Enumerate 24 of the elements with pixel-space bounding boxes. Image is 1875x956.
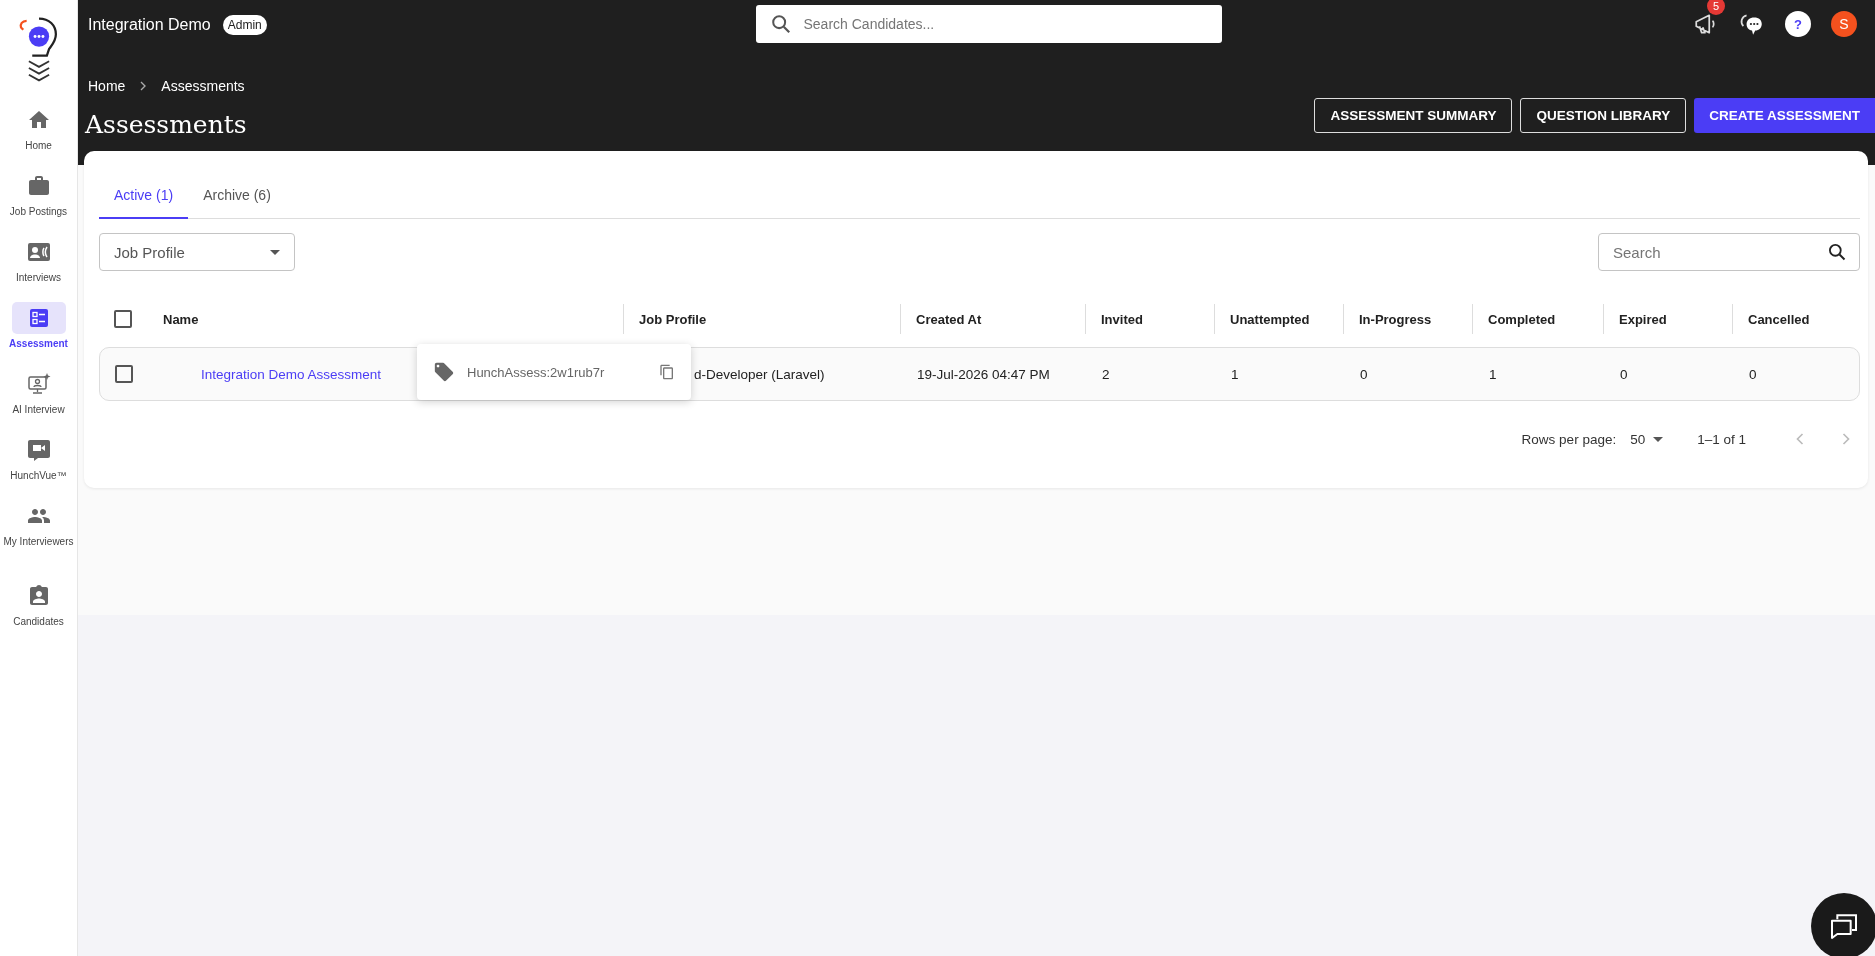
table-cell: 2: [1102, 366, 1110, 382]
table-cell: 19-Jul-2026 04:47 PM: [917, 366, 1050, 382]
column-header: Invited: [1101, 311, 1143, 327]
column-header: Name: [163, 311, 199, 327]
column-header: Completed: [1488, 311, 1556, 327]
table-cell: 0: [1360, 366, 1368, 382]
role-badge: Admin: [222, 15, 267, 35]
table-cell: 1: [1231, 366, 1239, 382]
table-cell: d-Developer (Laravel): [694, 366, 825, 382]
column-header: Created At: [916, 311, 982, 327]
column-header: Expired: [1619, 311, 1667, 327]
table-cell: 0: [1620, 366, 1628, 382]
column-header: Unattempted: [1230, 311, 1310, 327]
org-name: Integration Demo: [88, 16, 211, 34]
column-header: Cancelled: [1748, 311, 1810, 327]
notification-badge: 5: [1707, 0, 1725, 15]
rows-per-page-label: Rows per page:: [1521, 431, 1617, 447]
column-header: In-Progress: [1359, 311, 1432, 327]
page-range: 1–1 of 1: [1697, 431, 1746, 447]
table-cell: 1: [1489, 366, 1497, 382]
assessment-id: HunchAssess:2w1rub7r: [467, 364, 606, 380]
column-header: Job Profile: [639, 311, 707, 327]
table-cell: 0: [1749, 366, 1757, 382]
page-title: Assessments: [85, 110, 247, 139]
